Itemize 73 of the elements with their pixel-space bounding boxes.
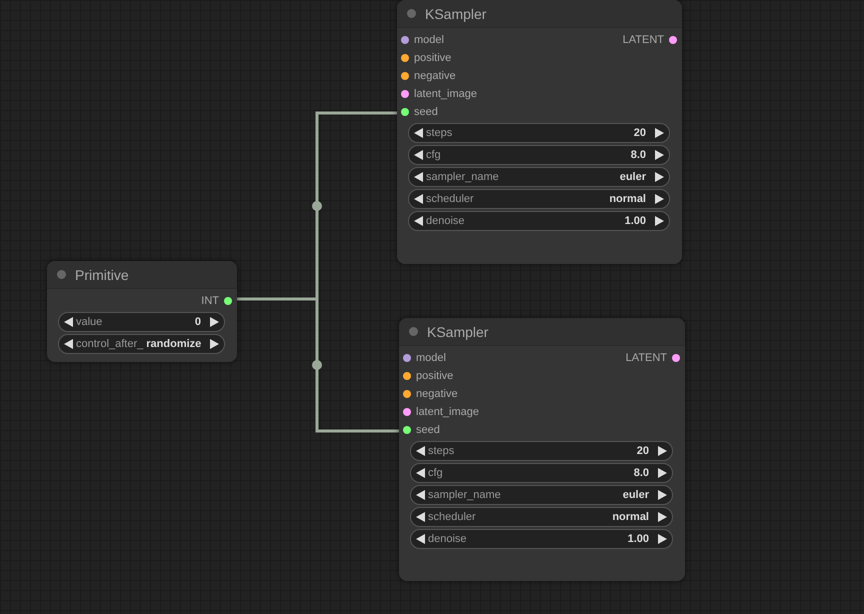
input-slot-dot[interactable] — [401, 108, 409, 116]
arrow-right-icon[interactable] — [658, 534, 667, 544]
input-label: seed — [414, 106, 438, 118]
arrow-right-icon[interactable] — [655, 172, 664, 182]
input-label: negative — [416, 388, 458, 400]
node-card[interactable]: KSampler model LATENT positive negative latent_image seed steps 20 cfg 8.0 sampler_name euler scheduler normal denoise 1.00 — [397, 0, 682, 264]
input-slot-dot[interactable] — [403, 390, 411, 398]
output-label: INT — [201, 295, 219, 307]
number-widget[interactable]: control_after_ randomize — [58, 334, 225, 354]
arrow-right-icon[interactable] — [655, 216, 664, 226]
arrow-left-icon[interactable] — [414, 216, 423, 226]
arrow-left-icon[interactable] — [416, 490, 425, 500]
input-label: model — [414, 34, 444, 46]
arrow-left-icon[interactable] — [414, 150, 423, 160]
arrow-right-icon[interactable] — [658, 446, 667, 456]
input-label: positive — [414, 52, 452, 64]
input-slot-dot[interactable] — [403, 426, 411, 434]
arrow-right-icon[interactable] — [658, 490, 667, 500]
collapse-dot[interactable] — [57, 270, 66, 279]
input-slot-dot[interactable] — [401, 72, 409, 80]
number-widget[interactable]: value 0 — [58, 312, 225, 332]
node-card[interactable]: KSampler model LATENT positive negative latent_image seed steps 20 cfg 8.0 sampler_name euler scheduler normal denoise 1.00 — [399, 318, 685, 581]
input-label: model — [416, 352, 446, 364]
output-label: LATENT — [622, 34, 664, 46]
number-widget[interactable]: denoise 1.00 — [410, 529, 673, 549]
number-widget[interactable]: sampler_name euler — [408, 167, 670, 187]
arrow-right-icon[interactable] — [658, 512, 667, 522]
output-slot-dot[interactable] — [672, 354, 680, 362]
reroute-dot[interactable] — [312, 360, 322, 370]
number-widget[interactable]: scheduler normal — [408, 189, 670, 209]
arrow-right-icon[interactable] — [655, 150, 664, 160]
input-label: latent_image — [416, 406, 479, 418]
input-slot-dot[interactable] — [401, 90, 409, 98]
reroute-dot[interactable] — [312, 201, 322, 211]
arrow-right-icon[interactable] — [655, 128, 664, 138]
arrow-left-icon[interactable] — [64, 317, 73, 327]
number-widget[interactable]: scheduler normal — [410, 507, 673, 527]
input-label: positive — [416, 370, 454, 382]
arrow-left-icon[interactable] — [416, 534, 425, 544]
arrow-left-icon[interactable] — [416, 446, 425, 456]
arrow-left-icon[interactable] — [414, 128, 423, 138]
output-label: LATENT — [626, 352, 667, 364]
node-title: Primitive — [75, 266, 129, 282]
number-widget[interactable]: steps 20 — [410, 441, 673, 461]
output-slot-dot[interactable] — [669, 36, 677, 44]
number-widget[interactable]: denoise 1.00 — [408, 211, 670, 231]
number-widget[interactable]: cfg 8.0 — [410, 463, 673, 483]
arrow-right-icon[interactable] — [210, 317, 219, 327]
input-slot-dot[interactable] — [401, 36, 409, 44]
node-title: KSampler — [425, 6, 486, 22]
node-title: KSampler — [427, 324, 488, 340]
collapse-dot[interactable] — [407, 9, 416, 18]
input-slot-dot[interactable] — [403, 372, 411, 380]
collapse-dot[interactable] — [409, 327, 418, 336]
input-label: seed — [416, 424, 440, 436]
number-widget[interactable]: cfg 8.0 — [408, 145, 670, 165]
number-widget[interactable]: steps 20 — [408, 123, 670, 143]
input-label: negative — [414, 70, 456, 82]
output-slot-dot[interactable] — [224, 297, 232, 305]
arrow-right-icon[interactable] — [658, 468, 667, 478]
input-slot-dot[interactable] — [403, 354, 411, 362]
arrow-left-icon[interactable] — [414, 172, 423, 182]
arrow-right-icon[interactable] — [655, 194, 664, 204]
arrow-left-icon[interactable] — [416, 512, 425, 522]
input-slot-dot[interactable] — [403, 408, 411, 416]
node-card[interactable]: Primitive INT value 0 control_after_ randomize — [47, 261, 237, 362]
input-label: latent_image — [414, 88, 477, 100]
arrow-left-icon[interactable] — [416, 468, 425, 478]
arrow-left-icon[interactable] — [414, 194, 423, 204]
number-widget[interactable]: sampler_name euler — [410, 485, 673, 505]
arrow-left-icon[interactable] — [64, 339, 73, 349]
input-slot-dot[interactable] — [401, 54, 409, 62]
arrow-right-icon[interactable] — [210, 339, 220, 349]
